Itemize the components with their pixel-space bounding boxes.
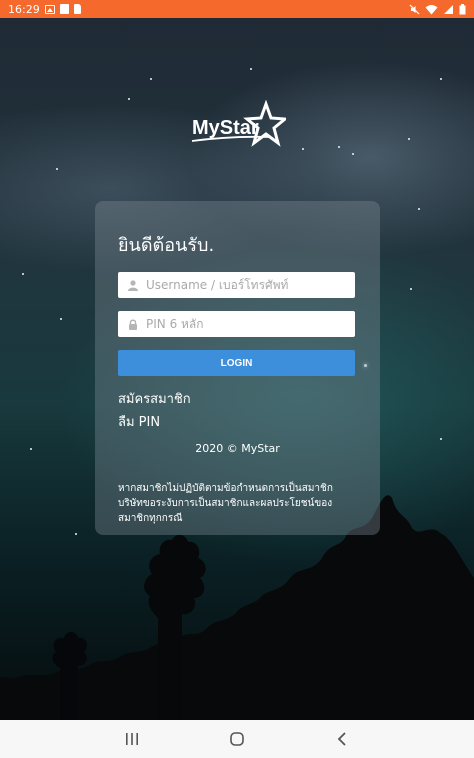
pdf-icon: [59, 4, 69, 14]
notice-line: บริษัทขอระงับการเป็นสมาชิกและผลประโยชน์ข…: [118, 498, 333, 509]
status-time: 16:29: [8, 2, 40, 16]
home-icon: [230, 732, 244, 746]
signal-icon: [444, 4, 453, 14]
recent-apps-icon: [126, 733, 139, 745]
wifi-icon: [425, 4, 438, 14]
forgot-pin-link[interactable]: ลืม PIN: [118, 411, 160, 432]
back-button[interactable]: [322, 724, 362, 754]
notice-line: สมาชิกทุกกรณี: [118, 513, 183, 524]
copyright-text: 2020 © MyStar: [195, 442, 280, 455]
username-input[interactable]: Username / เบอร์โทรศัพท์: [118, 272, 355, 298]
lock-icon: [129, 319, 137, 330]
pin-input[interactable]: PIN 6 หลัก: [118, 311, 355, 337]
recent-apps-button[interactable]: [112, 724, 152, 754]
notice-line: หากสมาชิกไม่ปฏิบัติตามข้อกำหนดการเป็นสมา…: [118, 483, 333, 494]
login-button[interactable]: LOGIN: [118, 350, 355, 376]
welcome-heading: ยินดีต้อนรับ.: [118, 235, 215, 256]
back-icon: [337, 732, 346, 746]
mute-icon: [409, 4, 420, 14]
username-placeholder: Username / เบอร์โทรศัพท์: [146, 277, 289, 292]
pin-placeholder: PIN 6 หลัก: [146, 316, 204, 331]
home-button[interactable]: [217, 724, 257, 754]
mystar-logo: MyStar: [191, 100, 286, 147]
battery-icon: [459, 3, 466, 14]
status-right: [409, 3, 466, 15]
sd-card-icon: [73, 4, 81, 14]
image-icon: [44, 4, 55, 14]
user-icon: [128, 279, 138, 291]
navigation-bar: [0, 720, 474, 758]
membership-notice: หากสมาชิกไม่ปฏิบัติตามข้อกำหนดการเป็นสมา…: [118, 481, 363, 526]
register-link[interactable]: สมัครสมาชิก: [118, 388, 191, 409]
status-bar: 16:29: [0, 0, 474, 18]
status-left: 16:29: [8, 3, 81, 16]
